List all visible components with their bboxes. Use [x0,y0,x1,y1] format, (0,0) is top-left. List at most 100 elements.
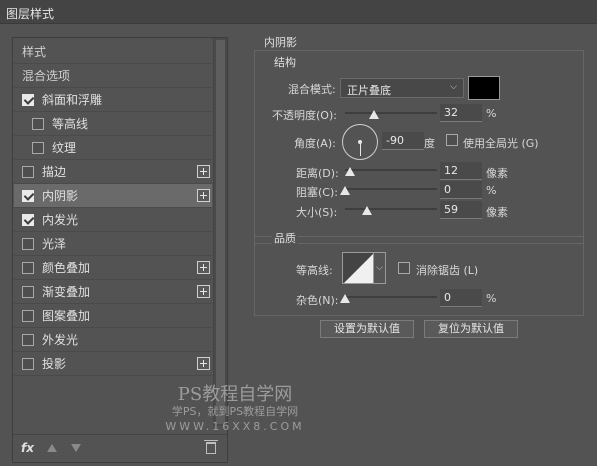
style-item-label: 内发光 [42,213,79,227]
noise-label: 杂色(N): [296,294,339,307]
distance-slider-thumb[interactable] [344,167,355,176]
styles-scrollbar[interactable] [213,38,227,426]
style-item[interactable]: 等高线 [14,112,212,136]
fx-icon[interactable]: fx [21,441,34,455]
style-item-label: 外发光 [42,333,79,347]
style-item[interactable]: 投影 [14,352,212,376]
distance-input[interactable]: 12 [440,162,482,180]
style-item-label: 投影 [42,357,67,371]
chevron-down-icon: ⌵ [450,82,457,92]
style-item-label: 描边 [42,165,67,179]
blend-mode-label: 混合模式: [288,83,336,96]
style-item-checkbox[interactable] [22,285,34,298]
style-item[interactable]: 外发光 [14,328,212,352]
style-item-label: 内阴影 [42,189,79,203]
style-item[interactable]: 渐变叠加 [14,280,212,304]
angle-label: 角度(A): [294,137,336,150]
style-item[interactable]: 斜面和浮雕 [14,88,212,112]
make-default-button[interactable]: 设置为默认值 [320,320,414,338]
scroll-thumb[interactable] [216,40,225,424]
size-slider[interactable] [345,208,437,210]
blend-mode-value: 正片叠底 [347,84,391,97]
distance-slider[interactable] [345,169,437,171]
angle-dial[interactable] [342,124,378,160]
style-item[interactable]: 内阴影 [14,184,212,208]
style-item-checkbox[interactable] [22,309,34,322]
blend-mode-select[interactable]: 正片叠底 ⌵ [340,78,464,98]
size-slider-thumb[interactable] [362,206,373,215]
distance-unit: 像素 [486,167,508,180]
noise-input[interactable]: 0 [440,289,482,307]
noise-unit: % [486,292,497,305]
size-unit: 像素 [486,206,508,219]
style-item-checkbox[interactable] [22,165,34,178]
window-title: 图层样式 [6,7,55,21]
antialias-label[interactable]: 消除锯齿 (L) [416,262,478,278]
style-item[interactable]: 颜色叠加 [14,256,212,280]
add-style-icon[interactable] [197,357,210,370]
style-item-checkbox[interactable] [22,333,34,346]
styles-header-label: 样式 [22,45,47,59]
opacity-input[interactable]: 32 [440,104,482,122]
angle-needle [360,142,361,156]
noise-slider[interactable] [345,296,437,298]
contour-label: 等高线: [296,264,333,277]
style-item-checkbox[interactable] [22,189,34,202]
distance-label: 距离(D): [296,167,339,180]
opacity-label: 不透明度(O): [272,109,337,122]
reset-default-button[interactable]: 复位为默认值 [424,320,518,338]
style-item-checkbox[interactable] [32,117,44,130]
global-light-label[interactable]: 使用全局光 (G) [463,135,539,151]
style-item-label: 光泽 [42,237,67,251]
choke-slider[interactable] [345,188,437,190]
contour-dropdown-icon[interactable]: ⌵ [374,252,386,284]
watermark-url: WWW.16XX8.COM [165,420,305,433]
blend-options-label: 混合选项 [22,69,71,83]
add-style-icon[interactable] [197,165,210,178]
antialias-checkbox[interactable] [398,262,410,274]
style-item-checkbox[interactable] [32,141,44,154]
watermark-subtitle: 学PS，就到PS教程自学网 [171,405,299,418]
style-item[interactable]: 图案叠加 [14,304,212,328]
choke-label: 阻塞(C): [296,186,338,199]
style-item[interactable]: 光泽 [14,232,212,256]
style-item-checkbox[interactable] [22,237,34,250]
global-light-checkbox[interactable] [446,134,458,146]
style-item-label: 纹理 [52,141,77,155]
angle-center-dot [358,140,362,144]
choke-slider-thumb[interactable] [340,186,350,195]
style-item-checkbox[interactable] [22,261,34,274]
style-item[interactable]: 内发光 [14,208,212,232]
choke-unit: % [486,184,497,197]
contour-preview[interactable] [342,252,374,284]
style-item[interactable]: 描边 [14,160,212,184]
style-item-label: 图案叠加 [42,309,91,323]
style-item-label: 等高线 [52,117,89,131]
add-style-icon[interactable] [197,261,210,274]
inner-shadow-settings: 内阴影 结构 混合模式: 正片叠底 ⌵ 不透明度(O): 32 % 角度(A):… [244,30,594,380]
opacity-slider-thumb[interactable] [369,110,380,119]
move-down-icon[interactable] [71,444,81,452]
styles-bottom-toolbar: fx [13,434,227,462]
blend-options-item[interactable]: 混合选项 [14,64,212,88]
style-item[interactable]: 纹理 [14,136,212,160]
style-item-label: 颜色叠加 [42,261,91,275]
size-input[interactable]: 59 [440,201,482,219]
style-item-checkbox[interactable] [22,357,34,370]
structure-title: 结构 [272,54,298,70]
angle-input[interactable]: -90 [382,132,424,150]
style-item-checkbox[interactable] [22,213,34,226]
add-style-icon[interactable] [197,189,210,202]
move-up-icon[interactable] [47,444,57,452]
choke-input[interactable]: 0 [440,181,482,199]
shadow-color-swatch[interactable] [468,76,500,100]
opacity-slider[interactable] [345,112,437,114]
title-bar: 图层样式 [0,0,597,24]
trash-icon[interactable] [204,440,218,454]
style-item-checkbox[interactable] [22,93,34,106]
noise-slider-thumb[interactable] [340,294,350,303]
opacity-unit: % [486,107,497,120]
angle-unit: 度 [424,137,435,150]
styles-header[interactable]: 样式 [14,40,212,64]
add-style-icon[interactable] [197,285,210,298]
